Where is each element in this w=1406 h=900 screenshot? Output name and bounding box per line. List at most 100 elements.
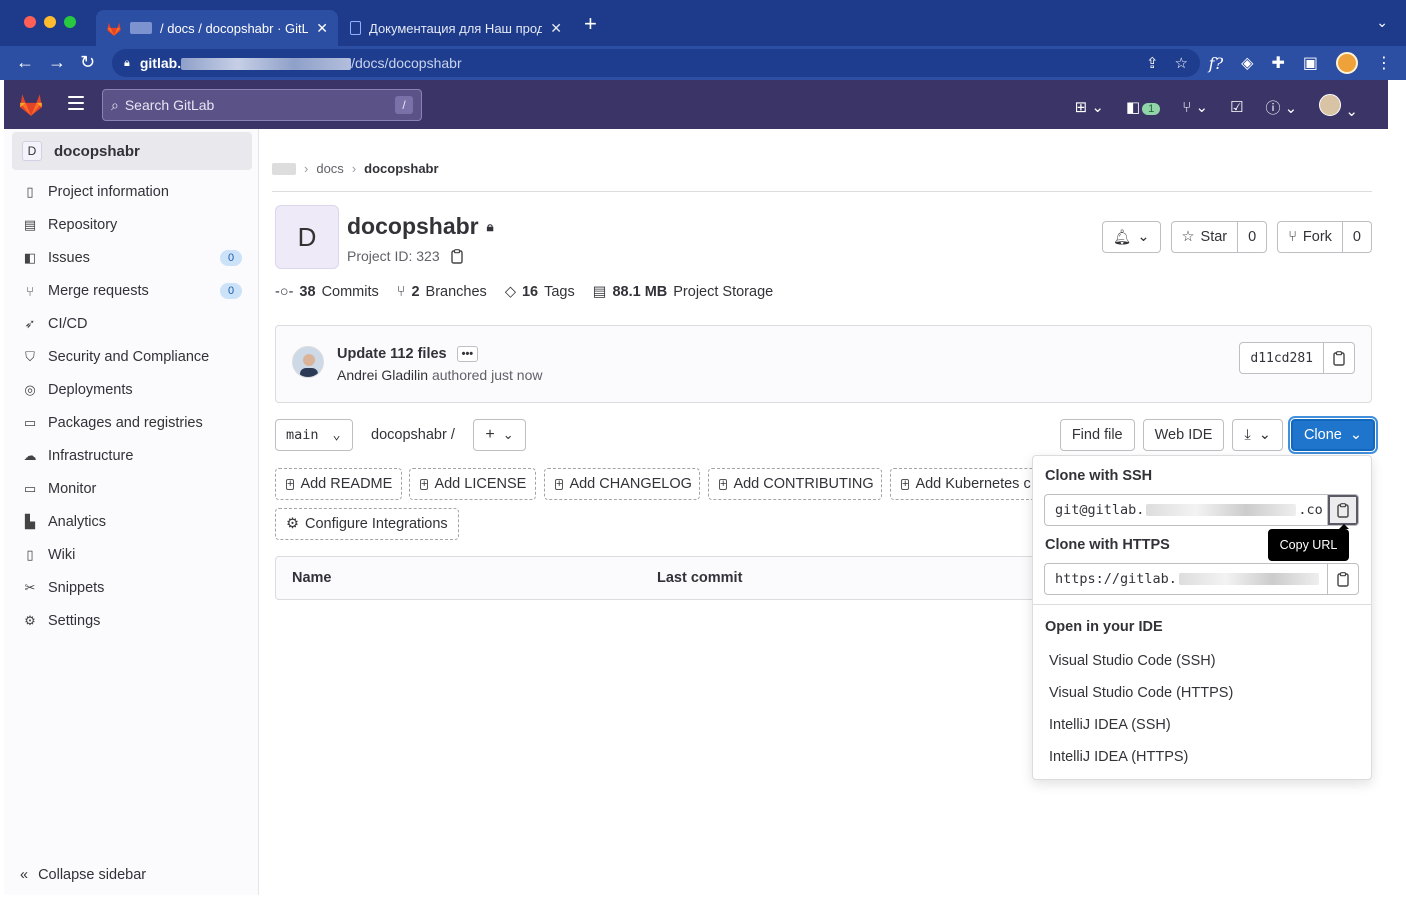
bookmark-star-icon[interactable]: ☆ [1175, 54, 1188, 72]
sidebar-item-security[interactable]: ⛉ Security and Compliance [22, 342, 242, 372]
repo-path-root[interactable]: docopshabr [371, 427, 447, 443]
clone-dropdown-button[interactable]: Clone ⌄ [1290, 419, 1375, 451]
expand-commit-button[interactable]: ••• [456, 346, 479, 362]
sidebar-item-repository[interactable]: ▤ Repository [22, 210, 242, 240]
new-tab-button[interactable]: + [584, 13, 597, 35]
copy-https-url-button[interactable] [1327, 564, 1358, 594]
browser-tab-bar: / docs / docopshabr · GitLab ✕ Документа… [0, 0, 1406, 46]
chevron-down-icon: ⌄ [502, 427, 514, 442]
double-chevron-left-icon: « [20, 867, 29, 883]
mr-count-badge: 0 [220, 283, 242, 299]
extension-diamond-icon[interactable]: ◈ [1241, 53, 1253, 73]
forward-arrow-icon[interactable]: → [48, 52, 66, 72]
copy-ssh-url-button[interactable] [1327, 495, 1358, 525]
copy-clipboard-icon[interactable] [450, 248, 464, 264]
add-contributing-button[interactable]: + Add CONTRIBUTING [708, 468, 882, 500]
download-icon: ⤓ [1244, 427, 1251, 443]
fork-count[interactable]: 0 [1341, 222, 1371, 252]
tab-search-chevron-icon[interactable]: ⌄ [1376, 14, 1388, 31]
redacted-text[interactable] [272, 162, 296, 175]
sidebar-item-snippets[interactable]: ✂ Snippets [22, 573, 242, 603]
close-tab-icon[interactable]: ✕ [316, 20, 328, 37]
user-menu-button[interactable]: ⌄ [1319, 94, 1358, 120]
download-dropdown[interactable]: ⤓ ⌄ [1232, 419, 1283, 451]
create-new-button[interactable]: ⊞ ⌄ [1075, 98, 1104, 116]
commit-sha[interactable]: d11cd281 [1240, 343, 1323, 373]
extensions-puzzle-icon[interactable]: ✚ [1271, 53, 1284, 73]
todo-icon[interactable]: ☑ [1230, 98, 1243, 116]
sidebar-item-cicd[interactable]: ➶ CI/CD [22, 309, 242, 339]
project-id-label: Project ID: 323 [347, 248, 440, 264]
browser-tab-docs[interactable]: Документация для Наш продукт ✕ [340, 10, 572, 46]
plus-square-icon: + [420, 477, 429, 490]
browser-tab-gitlab[interactable]: / docs / docopshabr · GitLab ✕ [96, 10, 338, 46]
close-tab-icon[interactable]: ✕ [550, 20, 562, 37]
commit-message-link[interactable]: Update 112 files [337, 346, 447, 362]
tags-link[interactable]: ◇ 16 Tags [505, 284, 575, 300]
add-to-tree-dropdown[interactable]: + ⌄ [473, 419, 526, 451]
commits-link[interactable]: -○- 38 Commits [275, 284, 379, 300]
chevron-down-icon: ⌄ [1258, 427, 1271, 443]
reload-icon[interactable]: ↻ [80, 52, 95, 72]
sidebar-item-issues[interactable]: ◧ Issues 0 [22, 243, 242, 273]
configure-integrations-button[interactable]: ⚙ Configure Integrations [275, 508, 459, 540]
sidebar-project-header[interactable]: D docopshabr [12, 132, 252, 170]
fork-button[interactable]: ⑂ Fork [1278, 222, 1342, 252]
notifications-dropdown[interactable]: 🔔︎ ⌄ [1101, 221, 1161, 253]
function-extension-icon[interactable]: f? [1209, 54, 1224, 73]
sidebar-item-merge-requests[interactable]: ⑂ Merge requests 0 [22, 276, 242, 306]
sidebar-item-project-information[interactable]: ▯ Project information [22, 177, 242, 207]
find-file-button[interactable]: Find file [1059, 419, 1135, 451]
sidebar-item-infrastructure[interactable]: ☁ Infrastructure [22, 441, 242, 471]
open-intellij-https[interactable]: IntelliJ IDEA (HTTPS) [1049, 749, 1188, 765]
menu-hamburger-icon[interactable] [68, 96, 84, 114]
copy-sha-button[interactable] [1323, 343, 1354, 373]
https-url-field[interactable]: https://gitlab. [1044, 563, 1359, 595]
side-panel-icon[interactable]: ▣ [1303, 53, 1318, 73]
issues-icon[interactable]: ◧ 1 [1126, 98, 1161, 116]
back-arrow-icon[interactable]: ← [16, 52, 34, 72]
sidebar-item-settings[interactable]: ⚙ Settings [22, 606, 242, 636]
merge-request-icon: ⑂ [26, 283, 34, 299]
open-intellij-ssh[interactable]: IntelliJ IDEA (SSH) [1049, 717, 1171, 733]
profile-avatar[interactable] [1336, 52, 1358, 74]
breadcrumb-current[interactable]: docopshabr [364, 161, 438, 176]
maximize-window-button[interactable] [64, 16, 76, 28]
gitlab-logo-icon[interactable] [18, 92, 44, 116]
breadcrumb-group-link[interactable]: docs [316, 161, 343, 176]
sidebar-item-packages[interactable]: ▭ Packages and registries [22, 408, 242, 438]
add-changelog-button[interactable]: + Add CHANGELOG [544, 468, 700, 500]
address-bar[interactable]: 🔒︎ gitlab. /docs/docopshabr ⇪ ☆ [112, 49, 1200, 77]
author-avatar[interactable] [292, 346, 324, 378]
plus-square-icon: + [719, 477, 728, 490]
branches-link[interactable]: ⑂ 2 Branches [397, 284, 487, 300]
open-vscode-https[interactable]: Visual Studio Code (HTTPS) [1049, 685, 1233, 701]
add-readme-button[interactable]: + Add README [275, 468, 402, 500]
sidebar-item-analytics[interactable]: ▙ Analytics [22, 507, 242, 537]
commit-author-link[interactable]: Andrei Gladilin [337, 367, 428, 383]
help-icon[interactable]: ⓘ ⌄ [1266, 97, 1298, 118]
sidebar-item-wiki[interactable]: ▯ Wiki [22, 540, 242, 570]
close-window-button[interactable] [24, 16, 36, 28]
ssh-url-field[interactable]: git@gitlab. .co [1044, 494, 1359, 526]
plus-square-icon: + [555, 477, 564, 490]
tab-title: / docs / docopshabr · GitLab [160, 20, 309, 36]
kebab-menu-icon[interactable]: ⋮ [1376, 53, 1392, 73]
collapse-sidebar-button[interactable]: « Collapse sidebar [20, 867, 146, 883]
branch-selector[interactable]: main ⌄ [275, 419, 353, 451]
merge-requests-icon[interactable]: ⑂ ⌄ [1182, 98, 1208, 116]
web-ide-button[interactable]: Web IDE [1142, 419, 1225, 451]
add-kubernetes-button[interactable]: + Add Kubernetes c [890, 468, 1035, 500]
search-input[interactable]: ⌕ Search GitLab / [102, 89, 422, 121]
star-button[interactable]: ☆ Star [1172, 222, 1238, 252]
storage-link[interactable]: ▤ 88.1 MB Project Storage [593, 284, 773, 300]
share-icon[interactable]: ⇪ [1146, 54, 1159, 72]
sidebar-item-deployments[interactable]: ◎ Deployments [22, 375, 242, 405]
open-vscode-ssh[interactable]: Visual Studio Code (SSH) [1049, 653, 1216, 669]
repository-actions: Find file Web IDE ⤓ ⌄ Clone ⌄ [1059, 419, 1375, 451]
add-license-button[interactable]: + Add LICENSE [409, 468, 536, 500]
ssh-url-prefix: git@gitlab. [1055, 502, 1145, 518]
star-count[interactable]: 0 [1237, 222, 1266, 252]
minimize-window-button[interactable] [44, 16, 56, 28]
sidebar-item-monitor[interactable]: ▭ Monitor [22, 474, 242, 504]
